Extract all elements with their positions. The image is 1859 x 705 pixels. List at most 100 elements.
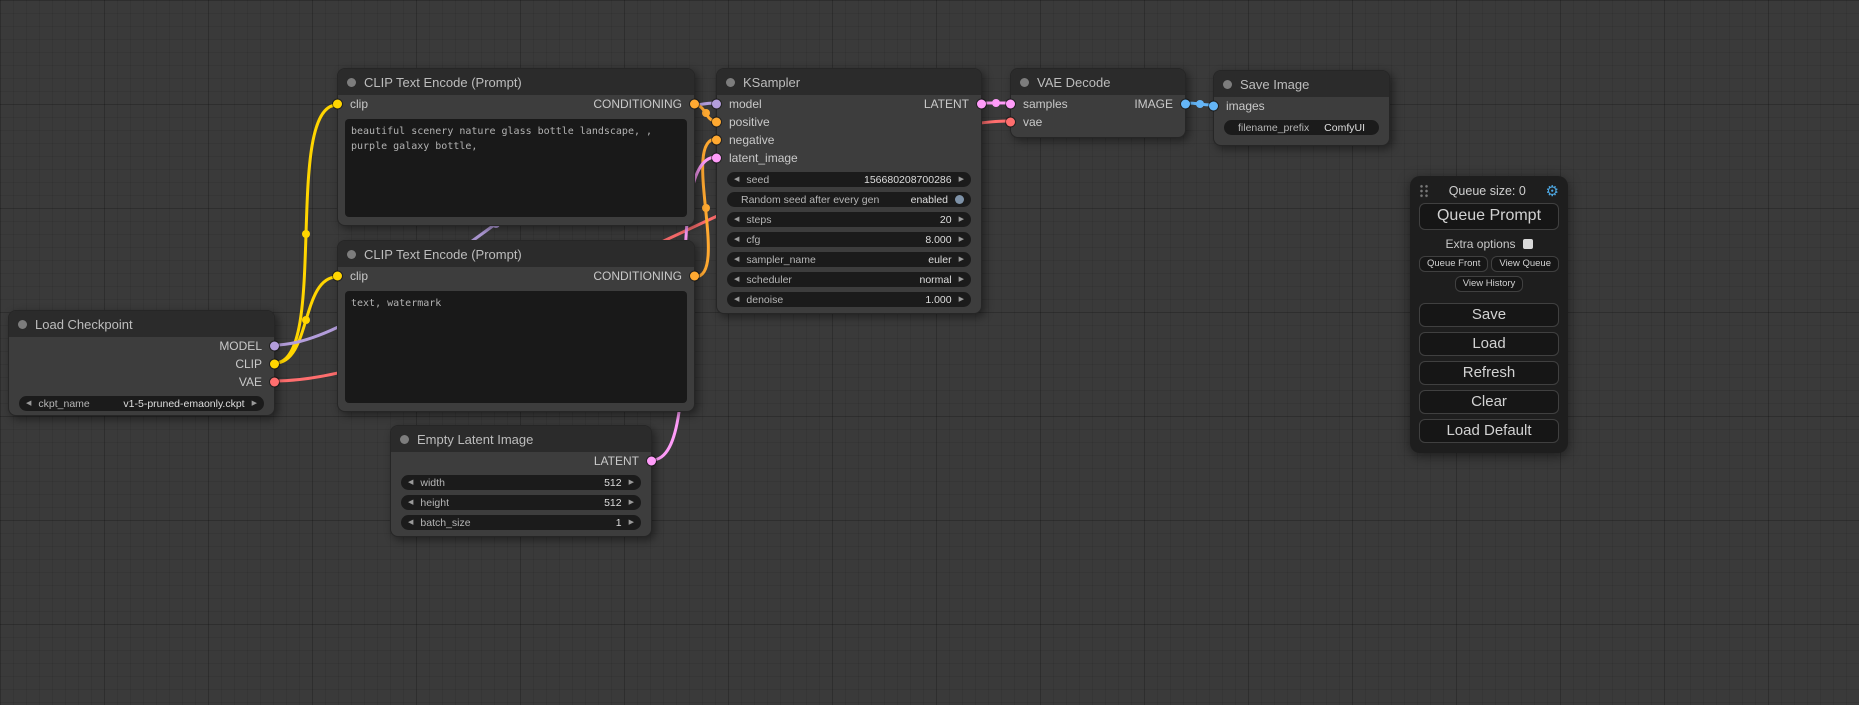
conditioning-output-dot[interactable] [690,100,699,109]
node-load-checkpoint[interactable]: Load Checkpoint MODEL CLIP VAE ◀ ckpt_na… [8,310,275,416]
node-title: Empty Latent Image [417,432,533,447]
latent-output-dot[interactable] [977,100,986,109]
widget-cfg[interactable]: ◀ cfg 8.000 ▶ [727,232,971,247]
clip-input-dot[interactable] [333,100,342,109]
model-input-dot[interactable] [712,100,721,109]
decrement-arrow-icon[interactable]: ◀ [408,479,413,486]
node-title-bar[interactable]: KSampler [717,69,981,95]
vae-input-dot[interactable] [1006,118,1015,127]
node-title-bar[interactable]: CLIP Text Encode (Prompt) [338,241,694,267]
queue-prompt-button[interactable]: Queue Prompt [1419,203,1559,230]
slot-row: model LATENT [717,95,981,113]
slot-label: model [729,97,762,111]
drag-handle[interactable] [1419,184,1429,198]
extra-options-label: Extra options [1445,237,1515,251]
link-midpoint-dot [1196,100,1204,108]
output-slot-clip: CLIP [9,355,274,373]
node-empty-latent-image[interactable]: Empty Latent Image LATENT ◀ width 512 ▶ … [390,425,652,537]
increment-arrow-icon[interactable]: ▶ [959,176,964,183]
negative-input-dot[interactable] [712,136,721,145]
link-midpoint-dot [702,109,710,117]
positive-input-dot[interactable] [712,118,721,127]
slot-label: negative [729,133,774,147]
widget-value: 1 [616,517,622,529]
increment-arrow-icon[interactable]: ▶ [959,276,964,283]
node-clip-text-encode-negative[interactable]: CLIP Text Encode (Prompt) clip CONDITION… [337,240,695,412]
widget-ckpt-name[interactable]: ◀ ckpt_name v1-5-pruned-emaonly.ckpt ▶ [19,396,264,411]
node-clip-text-encode-positive[interactable]: CLIP Text Encode (Prompt) clip CONDITION… [337,68,695,226]
decrement-arrow-icon[interactable]: ◀ [408,519,413,526]
widget-label: scheduler [746,274,792,286]
image-output-dot[interactable] [1181,100,1190,109]
view-queue-button[interactable]: View Queue [1491,256,1559,272]
refresh-button[interactable]: Refresh [1419,361,1559,385]
load-default-button[interactable]: Load Default [1419,419,1559,443]
widget-scheduler[interactable]: ◀ scheduler normal ▶ [727,272,971,287]
node-title-bar[interactable]: Load Checkpoint [9,311,274,337]
increment-arrow-icon[interactable]: ▶ [629,479,634,486]
vae-output-dot[interactable] [270,378,279,387]
widget-batch-size[interactable]: ◀ batch_size 1 ▶ [401,515,641,530]
node-status-dot [18,320,27,329]
increment-arrow-icon[interactable]: ▶ [629,519,634,526]
save-button[interactable]: Save [1419,303,1559,327]
widget-width[interactable]: ◀ width 512 ▶ [401,475,641,490]
samples-input-dot[interactable] [1006,100,1015,109]
input-slot-latent-image: latent_image [717,149,981,167]
view-history-button[interactable]: View History [1455,276,1524,292]
decrement-arrow-icon[interactable]: ◀ [734,296,739,303]
node-ksampler[interactable]: KSampler model LATENT positive negative … [716,68,982,314]
slot-label: clip [350,97,368,111]
gear-icon[interactable]: ⚙ [1546,184,1559,199]
toggle-enabled-dot[interactable] [955,195,964,204]
slot-row: samples IMAGE [1011,95,1185,113]
load-button[interactable]: Load [1419,332,1559,356]
node-vae-decode[interactable]: VAE Decode samples IMAGE vae [1010,68,1186,138]
model-output-dot[interactable] [270,342,279,351]
clip-input-dot[interactable] [333,272,342,281]
widget-steps[interactable]: ◀ steps 20 ▶ [727,212,971,227]
increment-arrow-icon[interactable]: ▶ [959,236,964,243]
widget-random-seed-toggle[interactable]: Random seed after every gen enabled [727,192,971,207]
decrement-arrow-icon[interactable]: ◀ [734,256,739,263]
node-status-dot [400,435,409,444]
widget-value: 156680208700286 [864,174,952,186]
increment-arrow-icon[interactable]: ▶ [959,256,964,263]
clip-output-dot[interactable] [270,360,279,369]
latent-image-input-dot[interactable] [712,154,721,163]
queue-buttons-row: Queue Front View Queue [1419,256,1559,272]
images-input-dot[interactable] [1209,102,1218,111]
node-title-bar[interactable]: VAE Decode [1011,69,1185,95]
positive-prompt-text-field[interactable]: beautiful scenery nature glass bottle la… [345,119,687,217]
queue-front-button[interactable]: Queue Front [1419,256,1488,272]
negative-prompt-text-field[interactable]: text, watermark [345,291,687,403]
decrement-arrow-icon[interactable]: ◀ [734,236,739,243]
widget-height[interactable]: ◀ height 512 ▶ [401,495,641,510]
node-save-image[interactable]: Save Image images filename_prefix ComfyU… [1213,70,1390,146]
conditioning-output-dot[interactable] [690,272,699,281]
node-title-bar[interactable]: Empty Latent Image [391,426,651,452]
latent-output-dot[interactable] [647,457,656,466]
link-midpoint-dot [992,99,1000,107]
decrement-arrow-icon[interactable]: ◀ [734,216,739,223]
queue-size-label: Queue size: 0 [1429,184,1546,198]
increment-arrow-icon[interactable]: ▶ [959,216,964,223]
decrement-arrow-icon[interactable]: ◀ [26,400,31,407]
widget-sampler-name[interactable]: ◀ sampler_name euler ▶ [727,252,971,267]
increment-arrow-icon[interactable]: ▶ [959,296,964,303]
decrement-arrow-icon[interactable]: ◀ [734,276,739,283]
clear-button[interactable]: Clear [1419,390,1559,414]
widget-filename-prefix[interactable]: filename_prefix ComfyUI [1224,120,1379,135]
increment-arrow-icon[interactable]: ▶ [252,400,257,407]
extra-options-checkbox[interactable] [1523,239,1533,249]
node-title-bar[interactable]: CLIP Text Encode (Prompt) [338,69,694,95]
decrement-arrow-icon[interactable]: ◀ [408,499,413,506]
widget-seed[interactable]: ◀ seed 156680208700286 ▶ [727,172,971,187]
widget-denoise[interactable]: ◀ denoise 1.000 ▶ [727,292,971,307]
decrement-arrow-icon[interactable]: ◀ [734,176,739,183]
slot-label: VAE [239,375,262,389]
increment-arrow-icon[interactable]: ▶ [629,499,634,506]
node-title-bar[interactable]: Save Image [1214,71,1389,97]
history-button-row: View History [1419,276,1559,292]
widget-value: enabled [911,194,948,206]
